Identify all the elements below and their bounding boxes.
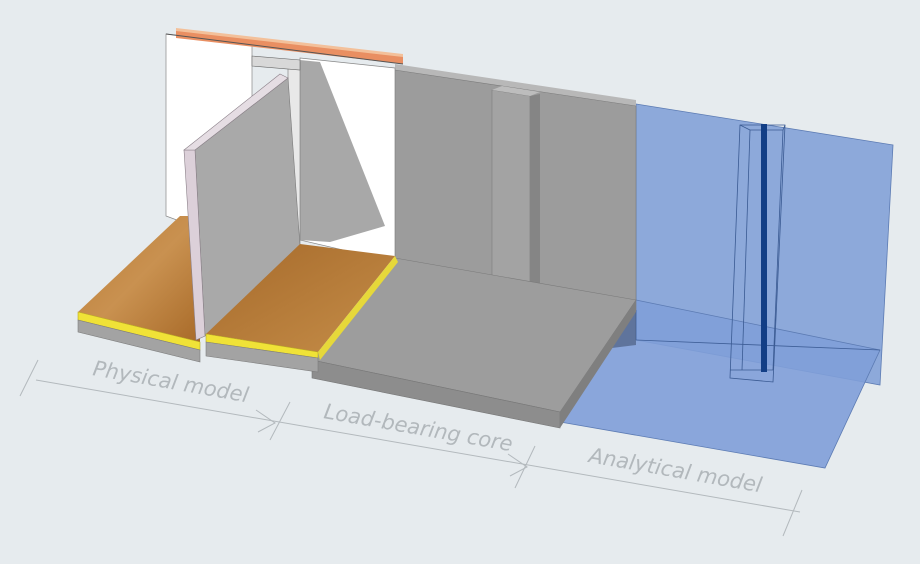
steel-post-head <box>251 55 301 71</box>
arrow-core <box>507 453 528 477</box>
arrow-physical <box>255 409 276 433</box>
label-physical-model: Physical model <box>91 356 250 407</box>
core-column-side <box>530 94 540 292</box>
tick-start <box>19 359 39 397</box>
tick-core-analytical <box>514 445 536 489</box>
analytical-column-member <box>761 124 767 372</box>
diagram-stage: Physical model Load-bearing core Analyti… <box>0 0 920 564</box>
building-model-diagram: Physical model Load-bearing core Analyti… <box>19 28 894 537</box>
core-column-front <box>491 89 531 293</box>
tick-end <box>782 489 803 537</box>
